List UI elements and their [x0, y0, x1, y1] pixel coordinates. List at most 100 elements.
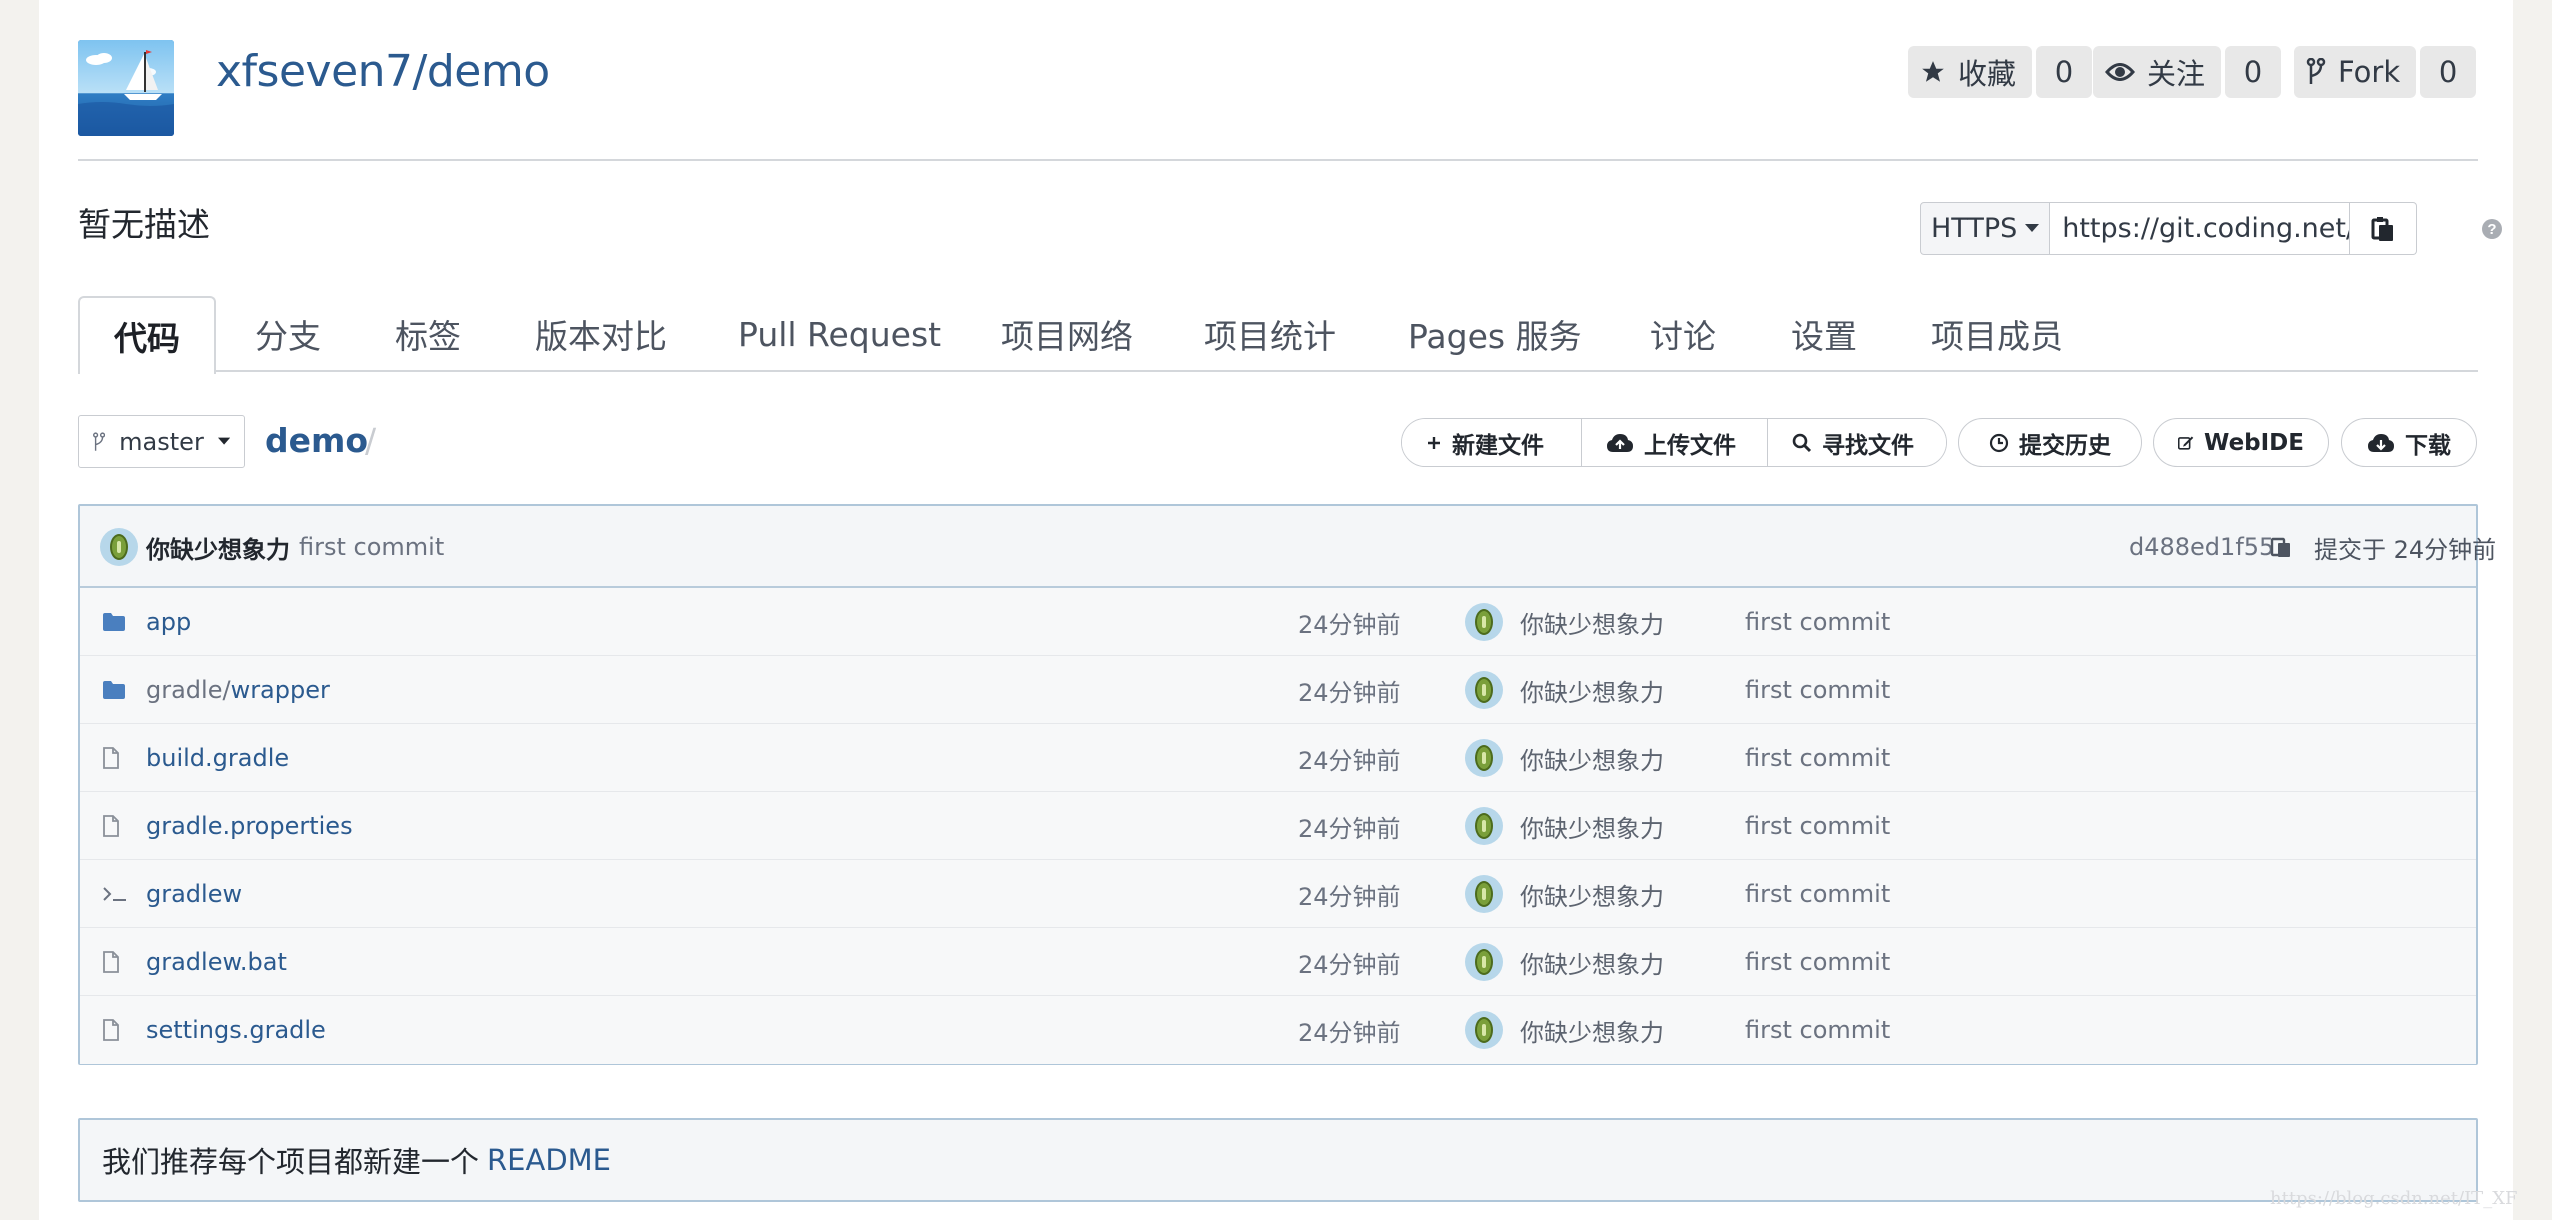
file-author-avatar[interactable]	[1465, 996, 1503, 1064]
file-row[interactable]: gradlew.bat 24分钟前 你缺少想象力 first commit	[80, 928, 2476, 996]
file-author-avatar[interactable]	[1465, 860, 1503, 928]
help-icon[interactable]: ?	[2481, 218, 2503, 244]
file-commit-message[interactable]: first commit	[1745, 860, 1890, 928]
copy-hash-button[interactable]	[2270, 506, 2292, 588]
file-commit-message[interactable]: first commit	[1745, 792, 1890, 860]
readme-prompt-text: 我们推荐每个项目都新建一个	[102, 1145, 480, 1179]
file-name-link[interactable]: gradlew	[146, 860, 242, 928]
file-icon	[102, 996, 120, 1064]
file-author-avatar[interactable]	[1465, 792, 1503, 860]
file-name-link[interactable]: gradlew.bat	[146, 928, 287, 996]
tab-compare[interactable]: 版本对比	[535, 296, 667, 372]
file-row[interactable]: gradle.properties 24分钟前 你缺少想象力 first commit	[80, 792, 2476, 860]
tab-members[interactable]: 项目成员	[1931, 296, 2063, 372]
find-file-button[interactable]: 寻找文件	[1768, 419, 1946, 466]
file-row[interactable]: settings.gradle 24分钟前 你缺少想象力 first commit	[80, 996, 2476, 1064]
protocol-select[interactable]: HTTPS	[1920, 202, 2051, 255]
clone-url-input[interactable]: https://git.coding.net/	[2050, 202, 2351, 255]
new-file-button[interactable]: 新建文件	[1402, 419, 1582, 466]
star-count[interactable]: 0	[2036, 46, 2093, 98]
file-time: 24分钟前	[1298, 814, 1401, 843]
tab-branches[interactable]: 分支	[255, 296, 321, 372]
file-commit-message[interactable]: first commit	[1745, 996, 1890, 1064]
file-time: 24分钟前	[1298, 882, 1401, 911]
last-commit-message[interactable]: first commit	[299, 506, 444, 588]
star-label: 收藏	[1958, 57, 2017, 91]
star-counter[interactable]: 收藏 0	[1908, 46, 2093, 98]
file-row[interactable]: build.gradle 24分钟前 你缺少想象力 first commit	[80, 724, 2476, 792]
file-name[interactable]: app	[146, 608, 191, 636]
branch-name: master	[119, 427, 204, 456]
repo-title[interactable]: xfseven7/demo	[216, 40, 550, 104]
tab-pull-request[interactable]: Pull Request	[738, 296, 941, 372]
file-name[interactable]: build.gradle	[146, 744, 289, 772]
tab-discussion[interactable]: 讨论	[1650, 296, 1716, 372]
file-author[interactable]: 你缺少想象力	[1520, 792, 1664, 860]
file-name-link[interactable]: gradle.properties	[146, 792, 353, 860]
file-author[interactable]: 你缺少想象力	[1520, 860, 1664, 928]
last-commit-author[interactable]: 你缺少想象力	[146, 506, 290, 588]
eye-icon	[2105, 63, 2135, 81]
file-name[interactable]: gradlew.bat	[146, 948, 287, 976]
file-name-link[interactable]: gradle/wrapper	[146, 656, 330, 724]
file-author-avatar[interactable]	[1465, 588, 1503, 656]
file-name-link[interactable]: app	[146, 588, 191, 656]
folder-icon	[102, 588, 126, 656]
watch-button[interactable]: 关注	[2093, 46, 2222, 98]
watch-count[interactable]: 0	[2225, 46, 2282, 98]
file-author-avatar[interactable]	[1465, 656, 1503, 724]
tab-code[interactable]: 代码	[78, 296, 216, 374]
tab-settings[interactable]: 设置	[1791, 296, 1857, 372]
file-author[interactable]: 你缺少想象力	[1520, 724, 1664, 792]
history-label: 提交历史	[2019, 432, 2111, 459]
repo-logo[interactable]	[78, 40, 174, 136]
fork-count[interactable]: 0	[2420, 46, 2477, 98]
file-path-prefix[interactable]: gradle/	[146, 676, 231, 704]
file-author[interactable]: 你缺少想象力	[1520, 656, 1664, 724]
star-button[interactable]: 收藏	[1908, 46, 2033, 98]
tab-pages[interactable]: Pages 服务	[1408, 296, 1582, 372]
file-author[interactable]: 你缺少想象力	[1520, 928, 1664, 996]
file-list: 你缺少想象力 first commit d488ed1f55 提交于 24分钟前…	[78, 504, 2496, 1065]
history-button[interactable]: 提交历史	[1958, 418, 2142, 467]
tab-network[interactable]: 项目网络	[1001, 296, 1133, 372]
fork-button[interactable]: Fork	[2294, 46, 2417, 98]
file-commit-message[interactable]: first commit	[1745, 588, 1890, 656]
clone-url-group: HTTPS https://git.coding.net/	[1920, 202, 2418, 255]
webide-button[interactable]: WebIDE	[2153, 418, 2329, 467]
file-name-link[interactable]: build.gradle	[146, 724, 289, 792]
breadcrumb-separator: /	[365, 421, 377, 460]
file-author[interactable]: 你缺少想象力	[1520, 588, 1664, 656]
file-name[interactable]: wrapper	[231, 676, 330, 704]
star-icon	[1922, 61, 1944, 82]
file-row[interactable]: app 24分钟前 你缺少想象力 first commit	[80, 588, 2476, 656]
caret-down-icon	[2025, 223, 2040, 232]
branch-select[interactable]: master	[78, 415, 245, 468]
file-commit-message[interactable]: first commit	[1745, 656, 1890, 724]
file-name[interactable]: settings.gradle	[146, 1016, 326, 1044]
file-name[interactable]: gradlew	[146, 880, 242, 908]
protocol-label: HTTPS	[1931, 213, 2018, 244]
file-row[interactable]: gradlew 24分钟前 你缺少想象力 first commit	[80, 860, 2476, 928]
readme-link[interactable]: README	[487, 1143, 611, 1177]
new-file-label: 新建文件	[1452, 432, 1544, 459]
file-author[interactable]: 你缺少想象力	[1520, 996, 1664, 1064]
tab-stats[interactable]: 项目统计	[1204, 296, 1336, 372]
tab-tags[interactable]: 标签	[395, 296, 461, 372]
file-author-avatar[interactable]	[1465, 928, 1503, 996]
last-commit-hash[interactable]: d488ed1f55	[2129, 506, 2274, 588]
file-row[interactable]: gradle/wrapper 24分钟前 你缺少想象力 first commit	[80, 656, 2476, 724]
upload-file-button[interactable]: 上传文件	[1582, 419, 1768, 466]
file-name[interactable]: gradle.properties	[146, 812, 353, 840]
download-button[interactable]: 下载	[2341, 418, 2477, 467]
file-commit-message[interactable]: first commit	[1745, 928, 1890, 996]
fork-counter[interactable]: Fork 0	[2294, 46, 2477, 98]
watch-counter[interactable]: 关注 0	[2093, 46, 2282, 98]
last-commit-avatar[interactable]	[100, 506, 138, 588]
breadcrumb-root[interactable]: demo	[265, 416, 368, 466]
file-name-link[interactable]: settings.gradle	[146, 996, 326, 1064]
file-author-avatar[interactable]	[1465, 724, 1503, 792]
file-actions-group: 新建文件 上传文件 寻找文件	[1401, 418, 1947, 467]
copy-url-button[interactable]	[2350, 202, 2418, 255]
file-commit-message[interactable]: first commit	[1745, 724, 1890, 792]
